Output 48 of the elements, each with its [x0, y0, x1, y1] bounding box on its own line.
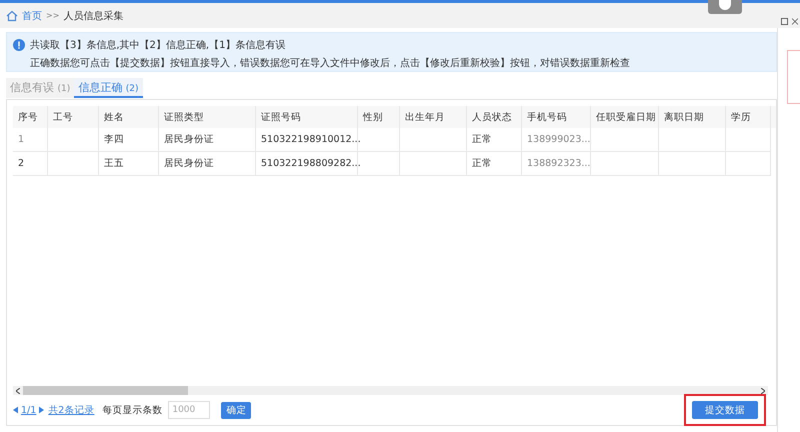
- record-count[interactable]: 共2条记录: [48, 404, 94, 416]
- previous-page-icon[interactable]: [13, 406, 18, 414]
- table-cell: 居民身份证: [159, 128, 256, 152]
- confirm-button[interactable]: 确定: [221, 402, 252, 418]
- column-header: 手机号码: [522, 106, 591, 128]
- scroll-right-icon[interactable]: [761, 388, 765, 394]
- tab[interactable]: 信息正确 (2): [74, 78, 142, 98]
- side-panel: [786, 50, 800, 104]
- table-cell: 1: [13, 128, 48, 152]
- info-icon: [13, 39, 25, 51]
- column-header: 学历: [726, 106, 771, 128]
- column-header: 工号: [48, 106, 99, 128]
- table-cell: 李四: [99, 128, 159, 152]
- table-cell: 510322198910012...: [256, 128, 358, 152]
- table-cell: 正常: [467, 152, 522, 176]
- column-header: 证照号码: [256, 106, 358, 128]
- overlay-block: [708, 0, 742, 14]
- column-header: 性别: [358, 106, 400, 128]
- column-header: 人员状态: [467, 106, 522, 128]
- table-cell: 居民身份证: [159, 152, 256, 176]
- column-header: 离职日期: [659, 106, 726, 128]
- home-icon[interactable]: [6, 10, 18, 22]
- notice-summary: 共读取【3】条信息,其中【2】信息正确,【1】条信息有误: [30, 38, 286, 52]
- column-header: 出生年月: [400, 106, 467, 128]
- table-cell: 510322198809282...: [256, 152, 358, 176]
- notice-hint: 正确数据您可点击【提交数据】按钮直接导入，错误数据您可在导入文件中修改后，点击【修改后重新校验】按钮，对错误数据重新检查: [29, 56, 631, 70]
- horizontal-scrollbar[interactable]: [13, 386, 768, 395]
- table-cell: 王五: [99, 152, 159, 176]
- next-page-icon[interactable]: [39, 406, 44, 414]
- page-size-label: 每页显示条数: [102, 404, 162, 416]
- column-header: 证照类型: [159, 106, 256, 128]
- table-cell: 138999023...: [522, 128, 591, 152]
- column-header: 序号: [13, 106, 48, 128]
- submit-button[interactable]: 提交数据: [692, 401, 758, 419]
- scroll-left-icon[interactable]: [16, 388, 20, 394]
- page-title: 人员信息采集: [63, 10, 124, 22]
- close-icon[interactable]: [792, 18, 798, 24]
- table-cell: 2: [13, 152, 48, 176]
- page-size-field[interactable]: 1000: [168, 401, 210, 419]
- column-header: 任职受雇日期: [591, 106, 659, 128]
- table-cell: 138892323...: [522, 152, 591, 176]
- home-link[interactable]: 首页: [22, 8, 42, 22]
- column-header: 姓名: [99, 106, 159, 128]
- page-indicator[interactable]: 1/1: [21, 404, 36, 416]
- tab[interactable]: 信息有误 (1): [6, 78, 74, 98]
- table-cell: 正常: [467, 128, 522, 152]
- breadcrumb-separator: >>: [46, 11, 60, 20]
- maximize-icon[interactable]: [780, 18, 788, 24]
